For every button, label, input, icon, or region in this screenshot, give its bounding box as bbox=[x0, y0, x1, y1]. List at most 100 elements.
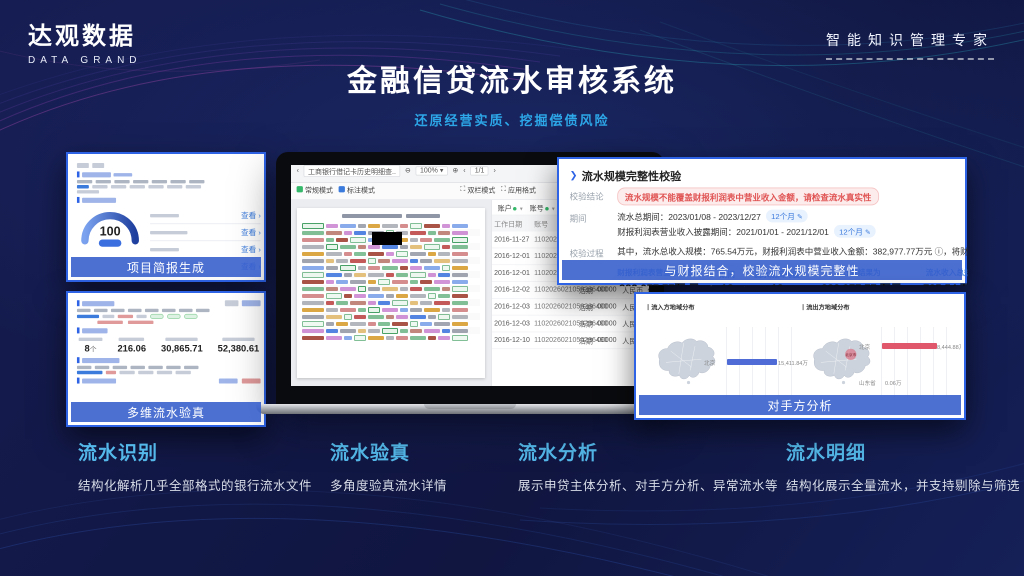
table-cell: 2016-12-01 bbox=[492, 248, 532, 265]
conclusion-alert: 流水规模不能覆盖财报利润表中营业收入金额，请检查流水真实性 bbox=[617, 188, 879, 206]
placeholder-text bbox=[150, 231, 187, 234]
outflow-geo-chart: 丨流出方地域分布 北京市 北京 8,444.88万 山东省 0.0 bbox=[800, 302, 955, 410]
statement-row bbox=[302, 334, 480, 341]
feature-title: 流水验真 bbox=[330, 438, 506, 465]
statement-row bbox=[302, 222, 480, 229]
placeholder-text bbox=[150, 214, 179, 217]
period-tag-1[interactable]: 12个月 ✎ bbox=[766, 210, 808, 223]
placeholder-text bbox=[77, 309, 91, 312]
placeholder-text bbox=[114, 180, 129, 183]
placeholder-text bbox=[157, 371, 172, 374]
outflow-bar-chart: 北京 8,444.88万 山东省 0.06万 bbox=[881, 327, 955, 401]
feature-desc: 多角度验真流水详情 bbox=[330, 475, 506, 494]
placeholder-text bbox=[77, 366, 91, 369]
table-cell: 1102026021056286490 bbox=[532, 332, 577, 349]
filter-1[interactable]: 账号 ▾ bbox=[530, 202, 555, 213]
filter-0[interactable]: 账户 ▾ bbox=[498, 202, 523, 213]
placeholder-text bbox=[77, 371, 103, 374]
stat-amount-2: 30,865.71 bbox=[161, 338, 203, 354]
zoom-in-icon[interactable]: ⊕ bbox=[452, 167, 458, 175]
placeholder-text bbox=[119, 371, 134, 374]
feature-desc: 结构化展示全量流水，并支持剔除与筛选 bbox=[786, 475, 1022, 494]
table-cell: 2016-12-03 bbox=[492, 298, 532, 315]
back-icon[interactable]: ‹ bbox=[297, 167, 299, 175]
edit-icon[interactable]: ✎ bbox=[865, 228, 871, 236]
view-link[interactable]: 查看 › bbox=[241, 244, 261, 255]
placeholder-text bbox=[138, 371, 153, 374]
verify-panel: 8个 216.06 30,865.71 52,380.61 bbox=[66, 291, 266, 427]
placeholder-text bbox=[118, 315, 133, 318]
regular-mode-button[interactable]: 常规模式 bbox=[297, 184, 333, 195]
percent-badge bbox=[184, 314, 198, 319]
process-label: 校验过程 bbox=[570, 244, 618, 258]
counterparty-panel: 丨流入方地域分布 北京 15,411.84万 丨流出方地域分布 bbox=[634, 292, 966, 420]
placeholder-text bbox=[150, 248, 179, 251]
dual-pane-button[interactable]: ⛶ 双栏模式 bbox=[460, 184, 495, 195]
period-tag-2[interactable]: 12个月 ✎ bbox=[834, 225, 876, 238]
feature-detail: 流水明细 结构化展示全量流水，并支持剔除与筛选 bbox=[786, 438, 1022, 494]
page-indicator: 1/1 bbox=[470, 166, 488, 175]
column-header: 工作日期 bbox=[492, 215, 532, 231]
zoom-out-icon[interactable]: ⊖ bbox=[405, 167, 411, 175]
zoom-level[interactable]: 100% ▾ bbox=[416, 166, 448, 175]
period-line-1: 流水总期间：2023/01/08 - 2023/12/27 12个月 ✎ bbox=[617, 210, 960, 223]
map-marker-label: 北京市 bbox=[845, 352, 856, 357]
feature-desc: 结构化解析几乎全部格式的银行流水文件 bbox=[78, 475, 330, 494]
placeholder-text bbox=[77, 315, 99, 318]
scanned-statement-pane[interactable] bbox=[291, 200, 491, 386]
regular-mode-icon bbox=[297, 186, 303, 192]
period-label: 期间 bbox=[570, 210, 618, 224]
annotate-mode-button[interactable]: 标注模式 bbox=[339, 184, 375, 195]
brand-logo-cn: 达观数据 bbox=[28, 16, 142, 51]
table-row[interactable]: 2016-12-101102026021056286490活期00000人民币借 bbox=[492, 332, 649, 349]
process-text: 其中，流水总收入规模：765.54万元，财报利润表中营业收入金额：382,977… bbox=[617, 244, 968, 257]
stat-accounts: 8个 bbox=[79, 338, 103, 354]
integrity-panel: ❯ 流水规模完整性校验 校验结论 流水规模不能覆盖财报利润表中营业收入金额，请检… bbox=[557, 157, 967, 285]
laptop-base bbox=[256, 404, 684, 414]
table-row[interactable]: 2016-12-031102026021056286490活期00000人民币借 bbox=[492, 315, 649, 332]
percent-badge bbox=[167, 314, 181, 319]
report-panel-caption: 项目简报生成 bbox=[71, 257, 261, 277]
view-link[interactable]: 查看 › bbox=[241, 210, 261, 221]
placeholder-text bbox=[162, 309, 176, 312]
health-score-value: 100 bbox=[100, 225, 121, 239]
slide: 达观数据 DATA GRAND 智能知识管理专家 金融信贷流水审核系统 还原经营… bbox=[0, 0, 1024, 576]
placeholder-text bbox=[145, 309, 159, 312]
placeholder-text bbox=[167, 185, 182, 188]
placeholder-text bbox=[96, 180, 111, 183]
scanned-statement-page bbox=[297, 208, 485, 378]
integrity-title-row: ❯ 流水规模完整性校验 bbox=[570, 167, 961, 183]
chevron-right-icon[interactable]: ❯ bbox=[570, 170, 578, 181]
view-link[interactable]: 查看 › bbox=[241, 227, 261, 238]
placeholder-text bbox=[77, 180, 92, 183]
stat-row: 8个 216.06 30,865.71 52,380.61 bbox=[79, 338, 260, 354]
placeholder-text bbox=[128, 309, 142, 312]
statement-row bbox=[302, 327, 480, 334]
apply-format-button[interactable]: ⛶ 应用格式 bbox=[501, 184, 536, 195]
placeholder-text bbox=[111, 185, 126, 188]
annotate-mode-icon bbox=[339, 186, 345, 192]
integrity-title: 流水规模完整性校验 bbox=[582, 167, 681, 183]
apply-format-icon: ⛶ bbox=[501, 185, 506, 193]
table-cell: 00000 bbox=[595, 315, 620, 332]
redaction-box bbox=[372, 232, 402, 245]
placeholder-text bbox=[77, 185, 89, 188]
edit-icon[interactable]: ✎ bbox=[797, 213, 803, 221]
counterparty-panel-caption: 对手方分析 bbox=[639, 395, 961, 415]
placeholder-text bbox=[179, 309, 193, 312]
inflow-bar bbox=[727, 359, 778, 365]
health-score-gauge: 100 bbox=[77, 205, 143, 249]
table-cell: 活期 bbox=[577, 332, 595, 349]
statement-row bbox=[302, 271, 480, 278]
placeholder-text bbox=[148, 185, 163, 188]
placeholder-text bbox=[102, 315, 114, 318]
statement-row bbox=[302, 299, 480, 306]
report-panel: 100 查看 ›查看 ›查看 ›查看 › 项目简报生成 bbox=[66, 152, 266, 282]
next-page-icon[interactable]: › bbox=[494, 167, 496, 175]
prev-page-icon[interactable]: ‹ bbox=[463, 167, 465, 175]
verify-panel-caption: 多维流水验真 bbox=[71, 402, 261, 422]
table-row[interactable]: 2016-12-031102026021056286490活期00000人民币借 bbox=[492, 298, 649, 315]
report-result-row: 查看 › bbox=[150, 241, 261, 258]
inflow-bar-chart: 北京 15,411.84万 bbox=[726, 327, 800, 401]
feature-desc: 展示申贷主体分析、对手方分析、异常流水等 bbox=[518, 475, 780, 494]
